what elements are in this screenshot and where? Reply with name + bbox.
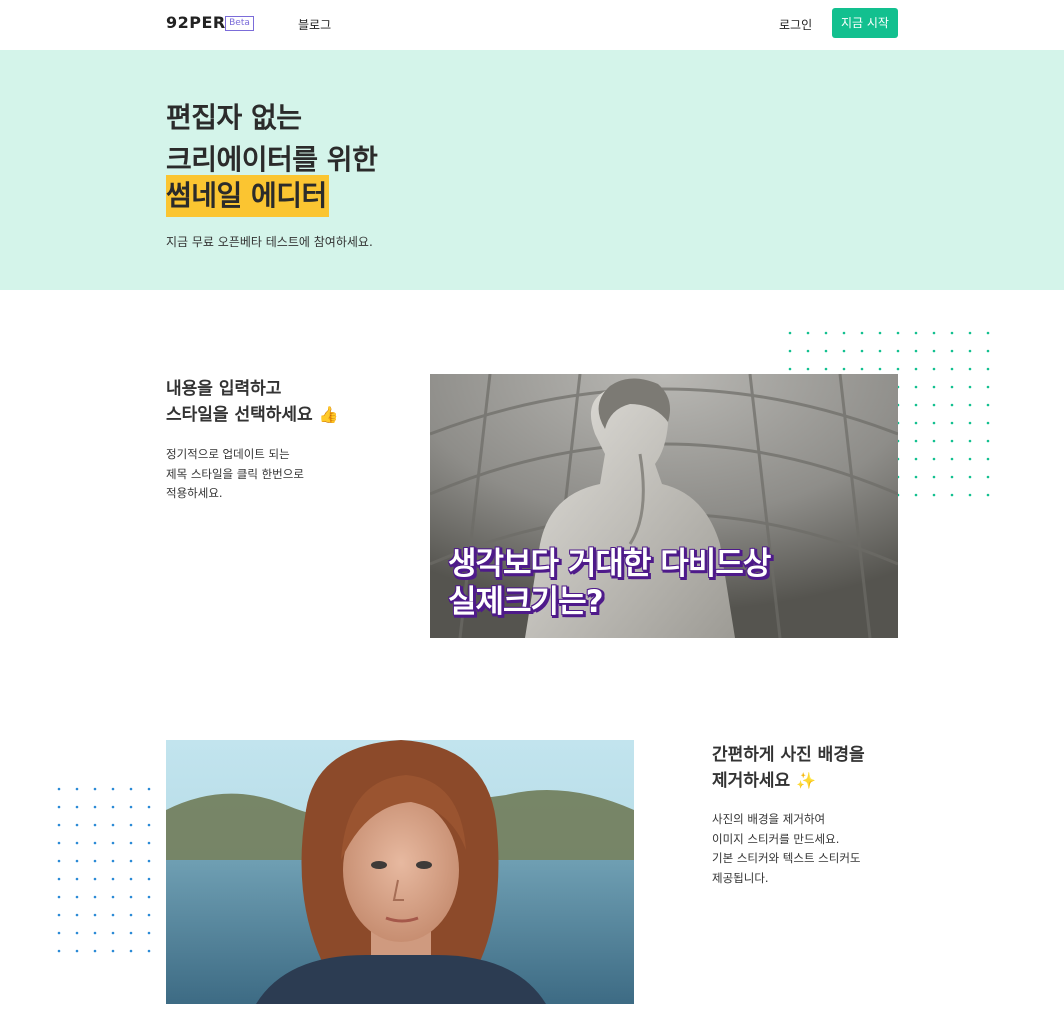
feature1-desc-line: 정기적으로 업데이트 되는: [166, 447, 290, 461]
feature2-desc-line: 사진의 배경을 제거하여: [712, 812, 826, 826]
sparkles-icon: ✨: [796, 771, 817, 790]
feature2-desc-line: 기본 스티커와 텍스트 스티커도: [712, 851, 861, 865]
nav-login-link[interactable]: 로그인: [779, 16, 812, 33]
hero-subtitle: 지금 무료 오픈베타 테스트에 참여하세요.: [166, 235, 373, 249]
nav-blog-link[interactable]: 블로그: [298, 16, 331, 33]
thumbnail-title-line-2: 실제크기는?: [448, 584, 604, 620]
hero-section: 편집자 없는 크리에이터를 위한 썸네일 에디터 지금 무료 오픈베타 테스트에…: [0, 50, 1064, 290]
top-header: 92PER Beta 블로그 로그인 지금 시작: [0, 0, 1064, 50]
beta-badge: Beta: [225, 16, 254, 31]
feature1-desc-line: 제목 스타일을 클릭 한번으로: [166, 466, 304, 481]
feature1-title-line-2-wrap: 스타일을 선택하세요 👍: [166, 402, 339, 428]
feature2-title-line-1: 간편하게 사진 배경을: [712, 745, 865, 765]
hero-title-highlight: 썸네일 에디터: [166, 175, 329, 217]
david-statue-thumbnail-image: 생각보다 거대한 다비드상 실제크기는?: [430, 374, 898, 638]
feature2-desc-line: 제공됩니다.: [712, 870, 769, 885]
feature1-title-line-2: 스타일을 선택하세요: [166, 405, 313, 425]
portrait-photo: [166, 740, 634, 1004]
feature2-title: 간편하게 사진 배경을 제거하세요 ✨: [712, 742, 865, 794]
portrait-illustration: [166, 740, 634, 1004]
feature1-title: 내용을 입력하고 스타일을 선택하세요 👍: [166, 376, 339, 428]
thumbs-up-icon: 👍: [318, 405, 339, 424]
start-now-button[interactable]: 지금 시작: [832, 8, 898, 38]
feature1-desc-line: 적용하세요.: [166, 486, 223, 500]
hero-title-line-1: 편집자 없는: [166, 101, 302, 134]
feature2-desc-line: 이미지 스티커를 만드세요.: [712, 831, 840, 846]
dot-pattern-decoration-blue: [51, 781, 157, 957]
logo[interactable]: 92PER: [166, 13, 226, 32]
hero-title-line-2: 크리에이터를 위한: [166, 143, 378, 176]
feature1-title-line-1: 내용을 입력하고: [166, 379, 282, 399]
feature2-title-line-2-wrap: 제거하세요 ✨: [712, 768, 865, 794]
feature2-description: 사진의 배경을 제거하여 이미지 스티커를 만드세요. 기본 스티커와 텍스트 …: [712, 810, 861, 888]
feature1-description: 정기적으로 업데이트 되는 제목 스타일을 클릭 한번으로 적용하세요.: [166, 445, 304, 504]
feature2-title-line-2: 제거하세요: [712, 771, 791, 791]
